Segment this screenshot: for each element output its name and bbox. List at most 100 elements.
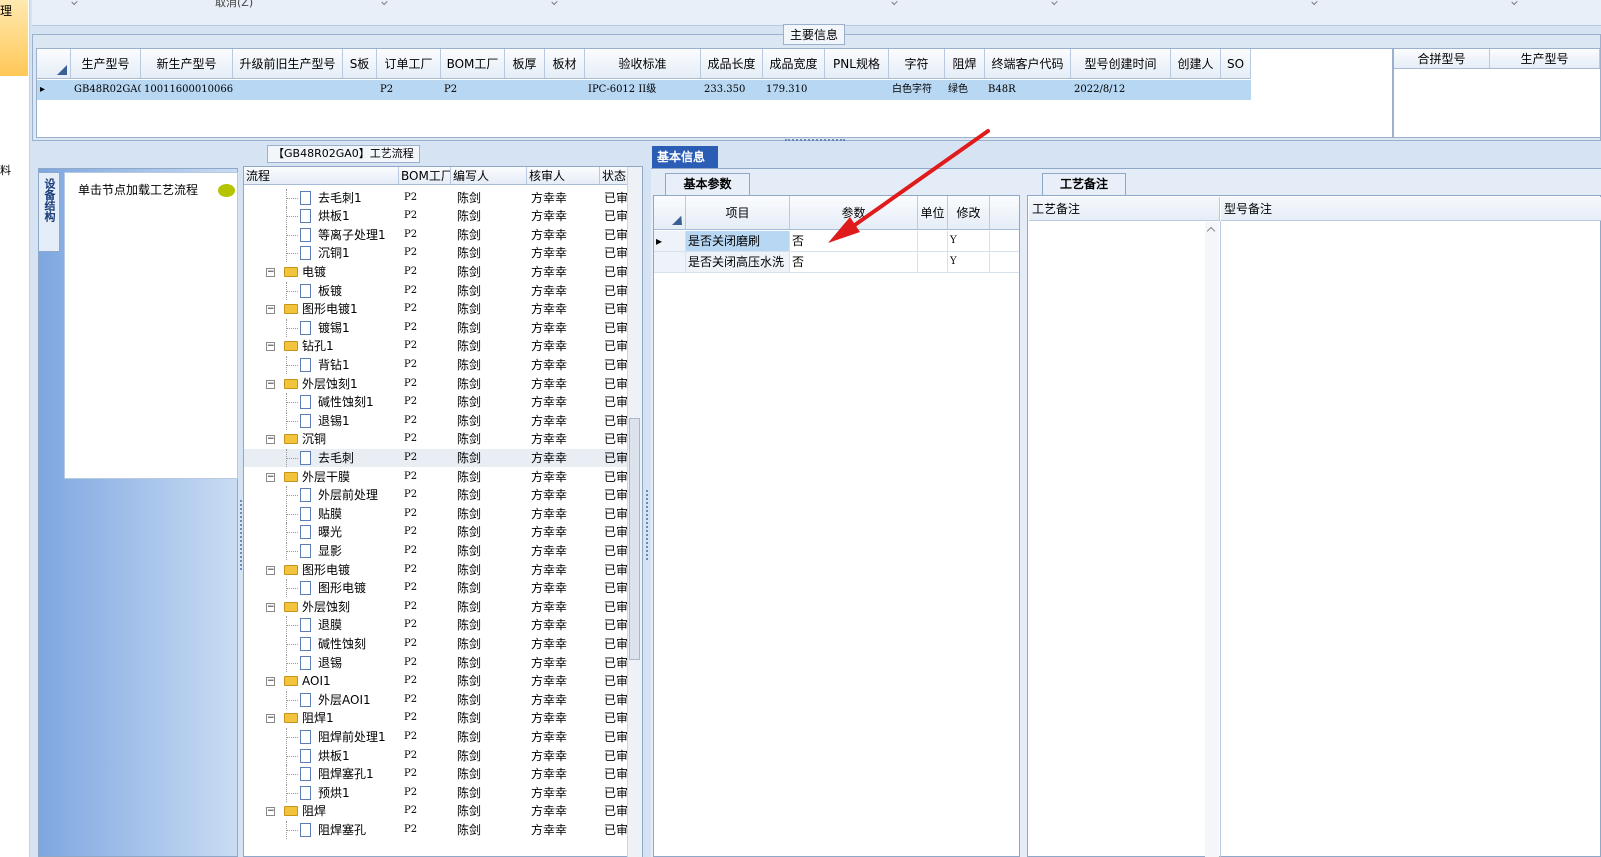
main-grid-cell[interactable]: 233.350 xyxy=(701,80,763,100)
main-grid-cell[interactable]: B48R xyxy=(985,80,1071,100)
main-grid-column-header[interactable]: BOM工厂 xyxy=(441,49,505,78)
process-tree-column-header[interactable]: 流程 xyxy=(244,167,399,184)
process-node-label[interactable]: 碱性蚀刻1 xyxy=(318,395,374,410)
left-nav-item-label[interactable]: 料 xyxy=(0,162,11,178)
main-grid-column-header[interactable]: 板厚 xyxy=(505,49,545,78)
collapse-toggle-icon[interactable]: − xyxy=(266,267,275,277)
main-grid-column-header[interactable]: 型号创建时间 xyxy=(1071,49,1171,78)
process-tree-row[interactable]: − 阻焊1 P2 陈剑 方幸幸 已审 xyxy=(244,709,629,728)
params-row[interactable]: 是否关闭高压水洗否 Y xyxy=(654,252,1019,273)
process-tree-row[interactable]: 板镀 P2 陈剑 方幸幸 已审 xyxy=(244,281,629,301)
process-node-label[interactable]: 沉铜1 xyxy=(318,246,350,261)
main-grid-column-header[interactable]: 创建人 xyxy=(1171,49,1221,78)
main-grid-column-header[interactable]: 终端客户代码 xyxy=(985,49,1071,78)
process-tree-row[interactable]: − 电镀 P2 陈剑 方幸幸 已审 xyxy=(244,263,629,282)
main-grid-cell[interactable]: 2022/8/12 xyxy=(1071,80,1171,100)
process-tree-row[interactable]: 图形电镀 P2 陈剑 方幸幸 已审 xyxy=(244,579,629,598)
process-node-label[interactable]: 电镀 xyxy=(302,265,326,280)
process-tree-row[interactable]: 去毛刺 P2 陈剑 方幸幸 已审 xyxy=(244,448,629,468)
process-tree-row[interactable]: − AOI1 P2 陈剑 方幸幸 已审 xyxy=(244,672,629,691)
tab-process-notes[interactable]: 工艺备注 xyxy=(1042,173,1126,195)
main-grid-selected-row[interactable]: ▸ GB48R02GA0 10011600010066 P2 P2 IPC-6012 II… xyxy=(37,80,1251,100)
process-tree-row[interactable]: 退膜 P2 陈剑 方幸幸 已审 xyxy=(244,616,629,635)
main-grid-cell[interactable]: GB48R02GA0 xyxy=(71,80,141,100)
main-grid-column-header[interactable]: 订单工厂 xyxy=(377,49,441,78)
main-grid-column-header[interactable]: 新生产型号 xyxy=(141,49,233,78)
process-tree-row[interactable]: − 图形电镀1 P2 陈剑 方幸幸 已审 xyxy=(244,300,629,319)
process-tree-row[interactable]: 显影 P2 陈剑 方幸幸 已审 xyxy=(244,541,629,561)
params-column-header[interactable]: 项目 xyxy=(686,196,790,229)
process-tree-row[interactable]: 退锡1 P2 陈剑 方幸幸 已审 xyxy=(244,411,629,431)
middle-splitter-handle[interactable] xyxy=(646,490,649,560)
process-node-label[interactable]: 外层蚀刻 xyxy=(302,600,350,615)
main-grid-column-header[interactable]: 字符 xyxy=(889,49,945,78)
collapse-toggle-icon[interactable]: − xyxy=(266,565,275,575)
process-node-label[interactable]: 沉铜 xyxy=(302,432,326,447)
process-node-label[interactable]: 碱性蚀刻 xyxy=(318,637,366,652)
process-node-label[interactable]: 外层前处理 xyxy=(318,488,378,503)
main-grid-column-header[interactable]: 成品长度 xyxy=(701,49,763,78)
collapse-toggle-icon[interactable]: − xyxy=(266,435,275,445)
scroll-up-icon[interactable] xyxy=(1206,226,1216,236)
main-info-grid[interactable]: 生产型号 新生产型号 升级前旧生产型号 S板 订单工厂 BOM工厂 板厚 板材 验收标准 成品长度… xyxy=(36,48,1393,138)
process-node-label[interactable]: 预烘1 xyxy=(318,786,350,801)
process-node-label[interactable]: 外层蚀刻1 xyxy=(302,377,358,392)
process-node-label[interactable]: 板镀 xyxy=(318,284,342,299)
merge-grid-column-header[interactable]: 生产型号 xyxy=(1490,49,1600,68)
collapse-toggle-icon[interactable]: − xyxy=(266,342,275,352)
process-tree-row[interactable]: 碱性蚀刻 P2 陈剑 方幸幸 已审 xyxy=(244,634,629,654)
main-grid-column-header[interactable]: PNL规格 xyxy=(825,49,889,78)
main-grid-column-header[interactable]: 验收标准 xyxy=(585,49,701,78)
process-tree-column-header[interactable]: 核审人 xyxy=(527,167,600,184)
process-tree-row[interactable]: 阻焊前处理1 P2 陈剑 方幸幸 已审 xyxy=(244,727,629,747)
process-node-label[interactable]: 曝光 xyxy=(318,525,342,540)
param-value-cell[interactable]: 否 xyxy=(790,252,918,272)
process-tree-column-header[interactable]: 编写人 xyxy=(451,167,527,184)
left-nav-active-item[interactable]: 理 xyxy=(0,0,28,76)
process-tree-row[interactable]: 曝光 P2 陈剑 方幸幸 已审 xyxy=(244,523,629,542)
main-grid-column-header[interactable]: S板 xyxy=(343,49,377,78)
main-grid-cell[interactable]: 白色字符 xyxy=(889,80,945,100)
tab-basic-params[interactable]: 基本参数 xyxy=(665,173,750,195)
param-modify-cell[interactable]: Y xyxy=(948,252,990,272)
process-tree-row[interactable]: − 外层蚀刻1 P2 陈剑 方幸幸 已审 xyxy=(244,375,629,394)
process-node-label[interactable]: 贴膜 xyxy=(318,507,342,522)
process-node-label[interactable]: 外层干膜 xyxy=(302,470,350,485)
process-node-label[interactable]: 背钻1 xyxy=(318,358,350,373)
process-node-label[interactable]: 去毛刺 xyxy=(318,451,354,466)
process-node-label[interactable]: 阻焊 xyxy=(302,804,326,819)
process-tree-row[interactable]: − 外层干膜 P2 陈剑 方幸幸 已审 xyxy=(244,468,629,487)
process-node-label[interactable]: 阻焊塞孔 xyxy=(318,823,366,838)
main-grid-cell[interactable] xyxy=(1221,80,1251,100)
process-tree-row[interactable]: 碱性蚀刻1 P2 陈剑 方幸幸 已审 xyxy=(244,393,629,412)
main-grid-cell[interactable] xyxy=(233,80,343,100)
process-tree-row[interactable]: 外层AOI1 P2 陈剑 方幸幸 已审 xyxy=(244,690,629,710)
left-splitter-handle[interactable] xyxy=(240,500,243,570)
process-tree-row[interactable]: − 外层蚀刻 P2 陈剑 方幸幸 已审 xyxy=(244,598,629,617)
collapse-toggle-icon[interactable]: − xyxy=(266,379,275,389)
merge-model-grid[interactable]: 合拼型号 生产型号 xyxy=(1393,48,1601,138)
process-node-label[interactable]: 图形电镀 xyxy=(302,563,350,578)
collapse-toggle-icon[interactable]: − xyxy=(266,472,275,482)
main-grid-cell[interactable] xyxy=(545,80,585,100)
process-tree-row[interactable]: 镀锡1 P2 陈剑 方幸幸 已审 xyxy=(244,318,629,338)
process-tree-row[interactable]: − 图形电镀 P2 陈剑 方幸幸 已审 xyxy=(244,561,629,580)
main-grid-cell[interactable] xyxy=(505,80,545,100)
grid-corner[interactable] xyxy=(37,49,71,78)
process-node-label[interactable]: 等离子处理1 xyxy=(318,228,386,243)
process-node-label[interactable]: 钻孔1 xyxy=(302,339,334,354)
process-node-label[interactable]: 图形电镀 xyxy=(318,581,366,596)
cancel-button[interactable]: 取消(Z) xyxy=(215,0,253,10)
process-node-label[interactable]: AOI1 xyxy=(302,674,331,689)
model-note-textarea[interactable] xyxy=(1222,222,1600,857)
process-note-textarea[interactable] xyxy=(1029,222,1205,857)
main-grid-cell[interactable]: P2 xyxy=(377,80,441,100)
process-tree-grid[interactable]: 流程 BOM工厂 编写人 核审人 状态 去毛刺1 P2 陈剑 方幸幸 已审 烘板1 P2 陈剑 方幸幸已… xyxy=(243,166,643,857)
collapse-toggle-icon[interactable]: − xyxy=(266,714,275,724)
process-tree-row[interactable]: 烘板1 P2 陈剑 方幸幸 已审 xyxy=(244,207,629,226)
process-note-scrollbar[interactable] xyxy=(1205,222,1219,857)
process-node-label[interactable]: 退锡 xyxy=(318,656,342,671)
process-tree-scroll-thumb[interactable] xyxy=(629,418,640,660)
param-item-cell[interactable]: 是否关闭高压水洗 xyxy=(686,252,790,272)
process-tree-row[interactable]: − 阻焊 P2 陈剑 方幸幸 已审 xyxy=(244,802,629,821)
